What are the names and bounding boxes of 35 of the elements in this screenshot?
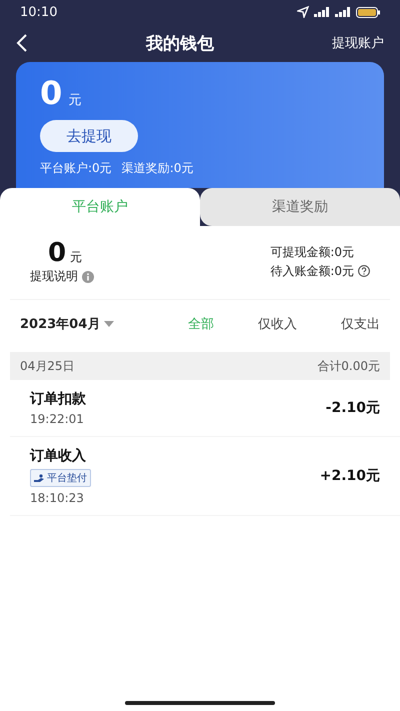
filter-option[interactable]: 仅收入 <box>258 315 297 333</box>
battery-icon <box>356 6 380 18</box>
month-picker[interactable]: 2023年04月 <box>20 315 114 333</box>
balance-summary: 平台账户:0元 <box>40 160 112 177</box>
hand-icon <box>34 474 45 482</box>
account-tab[interactable]: 渠道奖励 <box>200 188 400 226</box>
withdrawable-amount: 可提现金额:0元 <box>270 244 355 260</box>
back-icon[interactable] <box>16 34 28 52</box>
signal-icon <box>314 7 330 17</box>
help-icon[interactable] <box>358 265 370 277</box>
transaction-title: 订单扣款 <box>30 390 86 408</box>
page-title: 我的钱包 <box>146 32 214 54</box>
day-total: 合计0.00元 <box>317 358 380 374</box>
signal-icon <box>335 7 351 17</box>
pending-amount: 待入账金额:0元 <box>270 262 354 280</box>
filter-option[interactable]: 仅支出 <box>341 315 380 333</box>
transaction-time: 18:10:23 <box>30 491 85 505</box>
balance-summary: 渠道奖励:0元 <box>122 160 194 177</box>
status-time: 10:10 <box>20 4 58 20</box>
withdraw-note-link[interactable]: 提现说明 <box>30 268 78 285</box>
account-unit: 元 <box>70 249 82 266</box>
transaction-time: 19:22:01 <box>30 412 85 426</box>
transaction-amount: -2.10元 <box>326 399 380 417</box>
transaction-title: 订单收入 <box>30 447 87 465</box>
balance-amount: 0 <box>40 74 62 112</box>
balance-unit: 元 <box>68 92 82 109</box>
info-icon[interactable] <box>82 270 94 282</box>
day-date: 04月25日 <box>20 358 75 374</box>
withdraw-account-link[interactable]: 提现账户 <box>332 34 384 52</box>
tag-label: 平台垫付 <box>47 472 87 485</box>
account-amount: 0 <box>48 238 66 268</box>
transaction-amount: +2.10元 <box>320 467 380 485</box>
withdraw-button[interactable]: 去提现 <box>40 120 138 152</box>
caret-icon <box>104 321 114 327</box>
location-icon <box>297 6 309 18</box>
